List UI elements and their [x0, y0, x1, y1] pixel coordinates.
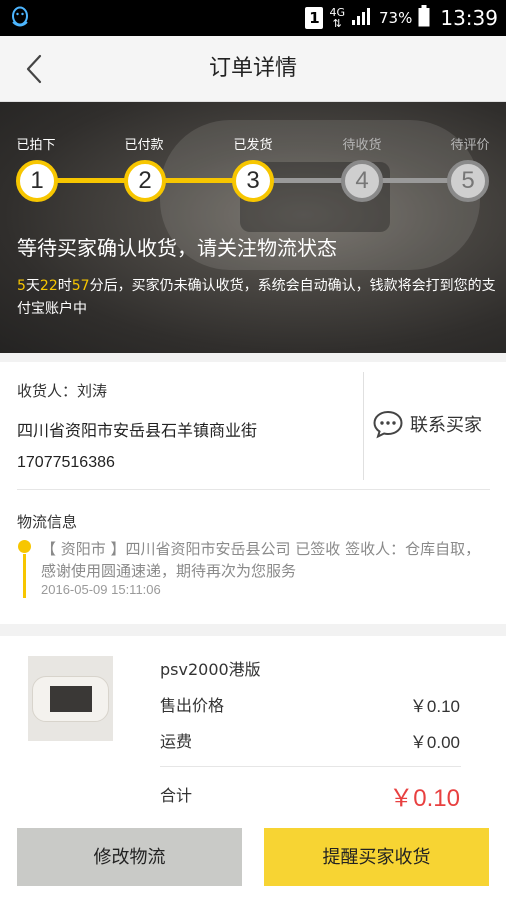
shipping-label: 运费 — [160, 732, 193, 751]
receiver-address: 四川省资阳市安岳县石羊镇商业街 — [17, 421, 258, 440]
total-label: 合计 — [160, 786, 193, 805]
timeline-line — [23, 554, 26, 598]
step-label: 已付款 — [124, 138, 164, 153]
divider — [363, 372, 364, 480]
total-value: ￥0.10 — [389, 785, 460, 812]
signal-icon — [351, 6, 373, 30]
divider — [160, 766, 461, 767]
price-label: 售出价格 — [160, 696, 225, 715]
receiver-phone: 17077516386 — [17, 454, 115, 471]
shipping-info-card: 收货人：刘涛 四川省资阳市安岳县石羊镇商业街 17077516386 联系买家 … — [0, 362, 506, 624]
step-circle: 4 — [341, 160, 383, 202]
battery-percent: 73% — [379, 9, 413, 27]
contact-buyer-button[interactable]: 联系买家 — [372, 406, 496, 442]
page-title: 订单详情 — [208, 56, 297, 81]
countdown-days: 5 — [17, 278, 26, 294]
product-image-screen — [50, 686, 92, 712]
step-label: 已发货 — [233, 138, 273, 153]
step-circle: 1 — [16, 160, 58, 202]
contact-buyer-label: 联系买家 — [410, 415, 482, 436]
status-bar: 1 4G ⇅ 73% 13:39 — [0, 0, 506, 36]
auto-confirm-notice: 5天22时57分后，买家仍未确认收货，系统会自动确认，钱款将会打到您的支付宝账户… — [17, 275, 497, 321]
app-header: 订单详情 — [0, 36, 506, 102]
step-circle: 5 — [447, 160, 489, 202]
countdown-hours: 22 — [39, 278, 58, 294]
qq-icon — [10, 6, 30, 34]
logistics-status[interactable]: 【 资阳市 】四川省资阳市安岳县公司 已签收 签收人：仓库自取，感谢使用圆通速递… — [41, 538, 493, 582]
order-status-banner: 已拍下 已付款 已发货 待收货 待评价 1 2 3 4 5 等待买家确认收货，请… — [0, 102, 506, 353]
countdown-minutes: 57 — [71, 278, 90, 294]
days-unit: 天 — [25, 278, 40, 294]
remind-buyer-button[interactable]: 提醒买家收货 — [264, 828, 489, 886]
logistics-time: 2016-05-09 15:11:06 — [41, 582, 161, 597]
step-label: 已拍下 — [16, 138, 56, 153]
divider — [17, 489, 490, 490]
product-thumbnail[interactable] — [28, 656, 113, 741]
step-label: 待评价 — [450, 138, 490, 153]
timeline-dot — [18, 540, 31, 553]
clock: 13:39 — [440, 6, 498, 30]
status-title: 等待买家确认收货，请关注物流状态 — [17, 236, 337, 260]
notice-text: 分后，买家仍未确认收货，系统会自动确认，钱款将会打到您的支付宝账户中 — [17, 278, 496, 317]
hours-unit: 时 — [57, 278, 72, 294]
battery-icon — [418, 5, 430, 31]
chat-bubble-icon — [373, 410, 403, 439]
step-circle: 2 — [124, 160, 166, 202]
order-detail-screen: 1 4G ⇅ 73% 13:39 订单详情 已拍下 已付款 已发货 待收货 待评… — [0, 0, 506, 900]
receiver-info: 收货人：刘涛 四川省资阳市安岳县石羊镇商业街 17077516386 — [17, 362, 362, 482]
step-circle: 3 — [232, 160, 274, 202]
price-value: ￥0.10 — [409, 697, 460, 716]
network-indicator: 4G ⇅ — [329, 7, 345, 29]
step-label: 待收货 — [342, 138, 382, 153]
product-name[interactable]: psv2000港版 — [160, 656, 261, 680]
logistics-title: 物流信息 — [17, 513, 78, 531]
receiver-name: 收货人：刘涛 — [17, 382, 108, 400]
sim-icon: 1 — [305, 7, 324, 29]
modify-logistics-button[interactable]: 修改物流 — [17, 828, 242, 886]
shipping-value: ￥0.00 — [409, 733, 460, 752]
progress-labels: 已拍下 已付款 已发货 待收货 待评价 — [0, 134, 506, 154]
data-arrows-icon: ⇅ — [332, 17, 342, 30]
